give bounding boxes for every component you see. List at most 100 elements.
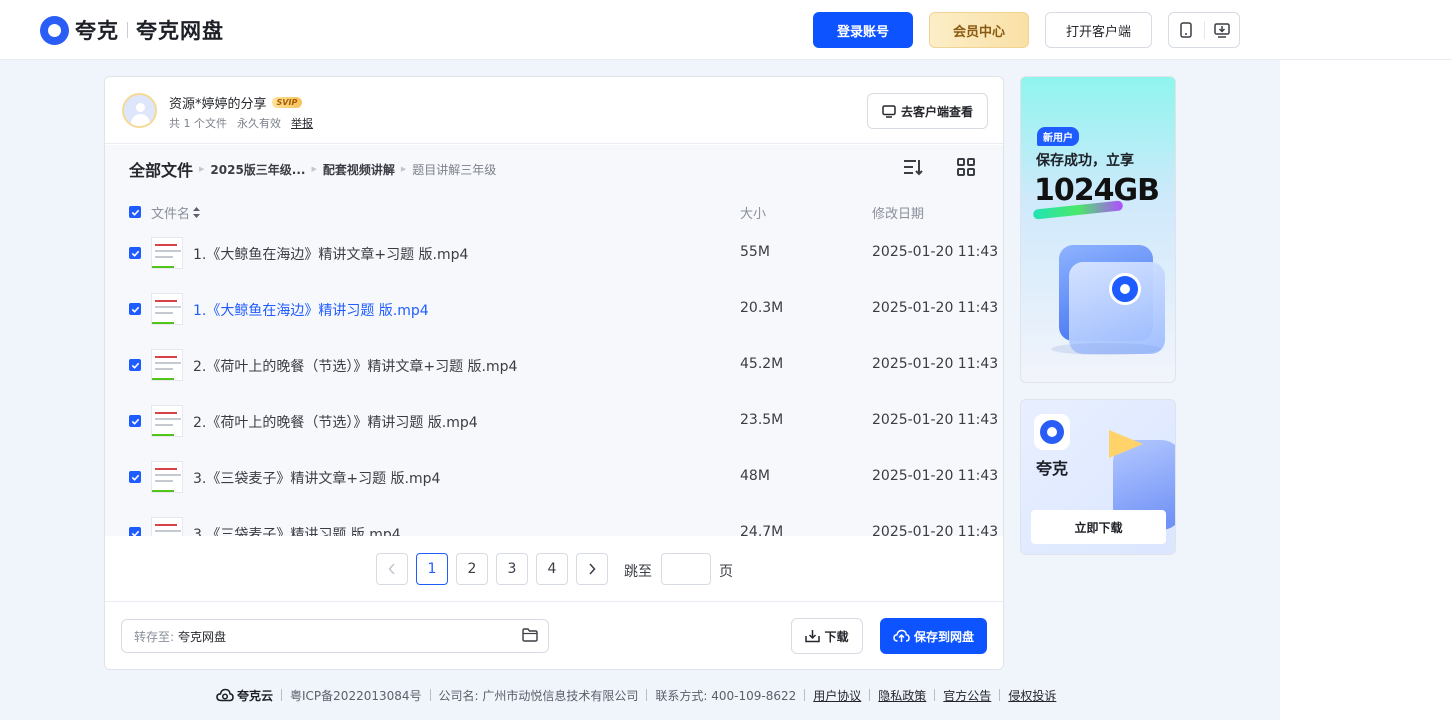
footer-brand-text: 夸克云: [237, 688, 274, 703]
file-name[interactable]: 3.《三袋麦子》精讲文章+习题 版.mp4: [193, 468, 440, 488]
share-title: 资源*婷婷的分享 SVIP: [169, 93, 303, 112]
top-header: 夸克 夸克网盘 登录账号 会员中心 打开客户端: [0, 0, 1452, 60]
footer-link-announcement[interactable]: 官方公告: [943, 687, 991, 704]
cloud-upload-icon: [893, 629, 910, 642]
column-size: 大小: [740, 207, 767, 222]
save-to-field[interactable]: 转存至: 夸克网盘: [121, 619, 549, 653]
file-row[interactable]: 3.《三袋麦子》精讲文章+习题 版.mp4 48M 2025-01-20 11:43: [105, 449, 1003, 505]
select-all-checkbox[interactable]: [129, 206, 141, 218]
row-checkbox[interactable]: [129, 303, 141, 315]
column-name[interactable]: 文件名: [151, 203, 201, 222]
footer-link-privacy[interactable]: 隐私政策: [878, 687, 926, 704]
video-thumbnail-icon: [151, 237, 183, 269]
row-checkbox[interactable]: [129, 359, 141, 371]
app-download-ad[interactable]: 夸克 立即下载: [1020, 399, 1176, 555]
footer: 夸克云 粤ICP备2022013084号 公司名: 广州市动悦信息技术有限公司 …: [216, 686, 1056, 704]
avatar: [122, 93, 157, 128]
breadcrumb-item[interactable]: 2025版三年级...: [210, 161, 305, 178]
file-row[interactable]: 1.《大鲸鱼在海边》精讲文章+习题 版.mp4 55M 2025-01-20 11:…: [105, 225, 1003, 281]
column-date: 修改日期: [872, 207, 925, 222]
chevron-left-icon: [388, 563, 395, 575]
login-button[interactable]: 登录账号: [813, 12, 913, 48]
app-name: 夸克: [1036, 459, 1069, 478]
file-date: 2025-01-20 11:43: [872, 524, 999, 536]
page-button[interactable]: 2: [456, 553, 488, 585]
file-size: 24.7M: [740, 524, 784, 536]
breadcrumb-item[interactable]: 配套视频讲解: [323, 161, 395, 178]
goto-client-button[interactable]: 去客户端查看: [867, 93, 988, 129]
goto-client-label: 去客户端查看: [900, 104, 973, 119]
file-date: 2025-01-20 11:43: [872, 300, 999, 316]
file-row[interactable]: 2.《荷叶上的晚餐（节选）》精讲文章+习题 版.mp4 45.2M 2025-01-…: [105, 337, 1003, 393]
save-to-value: 夸克网盘: [178, 629, 227, 644]
file-name[interactable]: 1.《大鲸鱼在海边》精讲文章+习题 版.mp4: [193, 244, 468, 264]
file-date: 2025-01-20 11:43: [872, 412, 999, 428]
open-client-button[interactable]: 打开客户端: [1045, 12, 1152, 48]
pagination: 1 2 3 4 跳至 页: [105, 536, 1003, 602]
footer-company: 公司名: 广州市动悦信息技术有限公司: [438, 688, 639, 703]
file-date: 2025-01-20 11:43: [872, 468, 999, 484]
video-thumbnail-icon: [151, 461, 183, 493]
file-size: 45.2M: [740, 356, 784, 372]
breadcrumb-separator-icon: ▶: [199, 165, 205, 173]
quark-logo-icon: [1109, 273, 1141, 305]
download-client-icon[interactable]: [1204, 13, 1239, 47]
folder-icon[interactable]: [522, 628, 538, 642]
report-link[interactable]: 举报: [291, 115, 313, 131]
video-thumbnail-icon: [151, 517, 183, 536]
share-header: 资源*婷婷的分享 SVIP 共 1 个文件 永久有效 举报 去客户端查看: [105, 77, 1003, 144]
quark-logo-icon: [40, 15, 69, 45]
chevron-right-icon: [589, 563, 596, 575]
grid-view-icon[interactable]: [957, 158, 975, 176]
file-name[interactable]: 2.《荷叶上的晚餐（节选）》精讲习题 版.mp4: [193, 412, 478, 432]
file-row[interactable]: 1.《大鲸鱼在海边》精讲习题 版.mp4 20.3M 2025-01-20 11:4…: [105, 281, 1003, 337]
row-checkbox[interactable]: [129, 415, 141, 427]
view-toggle: [903, 158, 975, 176]
logo-text-brand: 夸克: [75, 19, 119, 43]
save-to-drive-button[interactable]: 保存到网盘: [880, 618, 987, 654]
save-to-label: 转存至:: [134, 629, 175, 644]
row-checkbox[interactable]: [129, 247, 141, 259]
file-name[interactable]: 2.《荷叶上的晚餐（节选）》精讲文章+习题 版.mp4: [193, 356, 517, 376]
row-checkbox[interactable]: [129, 527, 141, 536]
file-size: 23.5M: [740, 412, 784, 428]
save-label: 保存到网盘: [913, 629, 974, 644]
page-button[interactable]: 1: [416, 553, 448, 585]
file-name[interactable]: 3.《三袋麦子》精讲习题 版.mp4: [193, 524, 401, 536]
page-button[interactable]: 3: [496, 553, 528, 585]
share-title-text: 资源*婷婷的分享: [169, 97, 267, 112]
jump-page-input[interactable]: [661, 553, 711, 585]
next-page-button[interactable]: [576, 553, 608, 585]
footer-link-user-agreement[interactable]: 用户协议: [813, 687, 861, 704]
vip-center-button[interactable]: 会员中心: [929, 12, 1029, 48]
page-button[interactable]: 4: [536, 553, 568, 585]
file-name[interactable]: 1.《大鲸鱼在海边》精讲习题 版.mp4: [193, 300, 429, 320]
breadcrumb-root[interactable]: 全部文件: [129, 157, 193, 181]
file-row[interactable]: 2.《荷叶上的晚餐（节选）》精讲习题 版.mp4 23.5M 2025-01-20 …: [105, 393, 1003, 449]
ad-headline: 保存成功，立享: [1036, 153, 1134, 169]
file-list: 1.《大鲸鱼在海边》精讲文章+习题 版.mp4 55M 2025-01-20 11:…: [105, 225, 1003, 536]
shadow-decoration: [1051, 343, 1161, 355]
download-now-button[interactable]: 立即下载: [1031, 510, 1166, 544]
jump-unit: 页: [719, 564, 733, 580]
file-area: 全部文件 ▶ 2025版三年级... ▶ 配套视频讲解 ▶ 题目讲解三年级 文件…: [105, 145, 1003, 536]
new-user-ad-banner[interactable]: 新用户 保存成功，立享 1024GB: [1020, 76, 1176, 383]
new-user-tag: 新用户: [1037, 127, 1079, 146]
footer-link-infringement[interactable]: 侵权投诉: [1008, 687, 1056, 704]
file-size: 55M: [740, 244, 770, 260]
file-size: 20.3M: [740, 300, 784, 316]
column-name-label: 文件名: [151, 207, 191, 222]
phone-icon[interactable]: [1169, 13, 1204, 47]
download-icon: [805, 630, 821, 643]
download-button[interactable]: 下载: [791, 618, 863, 654]
video-thumbnail-icon: [151, 349, 183, 381]
row-checkbox[interactable]: [129, 471, 141, 483]
sort-icon[interactable]: [903, 158, 923, 176]
quark-logo[interactable]: 夸克 夸克网盘: [40, 15, 224, 45]
breadcrumb-separator-icon: ▶: [400, 165, 407, 173]
cloud-logo-icon: [216, 688, 234, 702]
footer-icp[interactable]: 粤ICP备2022013084号: [290, 687, 422, 704]
prev-page-button[interactable]: [376, 553, 408, 585]
breadcrumb-current: 题目讲解三年级: [412, 162, 497, 177]
file-row[interactable]: 3.《三袋麦子》精讲习题 版.mp4 24.7M 2025-01-20 11:43: [105, 505, 1003, 536]
